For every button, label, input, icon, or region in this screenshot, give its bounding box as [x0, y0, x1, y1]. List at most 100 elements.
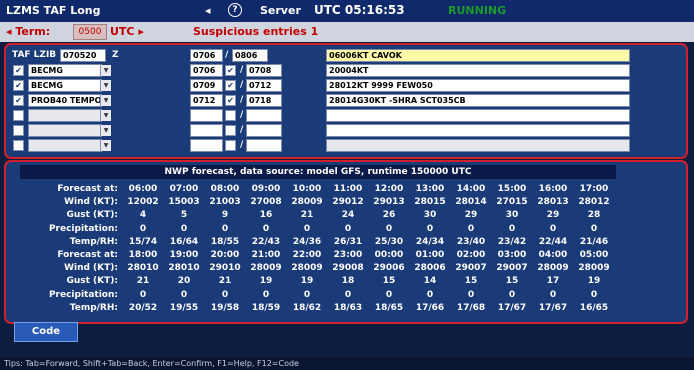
forecast-cell: 08:00 [210, 184, 240, 194]
forecast-cell: 03:00 [497, 250, 527, 260]
change-type-select[interactable] [28, 139, 102, 152]
forecast-cell: 02:00 [456, 250, 486, 260]
row-to-field[interactable]: 0708 [246, 64, 282, 77]
forecast-cell: 16/65 [579, 302, 609, 313]
tips-bar: Tips: Tab=Forward, Shift+Tab=Back, Enter… [0, 357, 694, 370]
row-to-checkbox[interactable]: ✔ [225, 80, 236, 91]
change-type-select[interactable]: BECMG [28, 79, 102, 92]
forecast-cell: 26 [382, 210, 396, 221]
forecast-cell: 05:00 [579, 250, 609, 260]
row-to-field[interactable] [246, 139, 282, 152]
help-icon[interactable]: ? [228, 3, 242, 17]
row-text-field[interactable]: 28014G30KT -SHRA SCT035CB [326, 94, 630, 107]
forecast-cell: 0 [221, 223, 229, 234]
chevron-down-icon[interactable]: ▼ [100, 140, 111, 151]
valid-from-field[interactable]: 0706 [190, 49, 223, 62]
row-checkbox[interactable]: ✔ [13, 80, 24, 91]
forecast-cell: 28013 [537, 197, 569, 208]
issue-time-field[interactable]: 070520 [60, 49, 106, 62]
term-value-field[interactable]: 0500 [73, 24, 107, 40]
term-zone[interactable]: UTC ▸ [110, 25, 144, 38]
row-to-field[interactable] [246, 124, 282, 137]
chevron-down-icon[interactable]: ▼ [100, 65, 111, 76]
row-to-checkbox[interactable]: ✔ [225, 65, 236, 76]
row-to-field[interactable]: 0718 [246, 94, 282, 107]
row-text-field[interactable] [326, 109, 630, 122]
forecast-cell: 0 [426, 223, 434, 234]
row-from-field[interactable] [190, 109, 223, 122]
row-checkbox[interactable]: ✔ [13, 95, 24, 106]
chevron-down-icon[interactable]: ▼ [100, 95, 111, 106]
server-label: Server [260, 4, 301, 17]
forecast-cell: 0 [139, 289, 147, 300]
forecast-cell: 17/66 [415, 302, 445, 313]
forecast-cell: 22:00 [292, 250, 322, 260]
row-label: Gust (KT): [66, 276, 118, 287]
row-from-field[interactable]: 0709 [190, 79, 223, 92]
forecast-cell: 17/67 [538, 302, 568, 313]
row-label: Gust (KT): [66, 210, 118, 221]
forecast-cell: 29008 [332, 263, 364, 274]
row-from-field[interactable] [190, 124, 223, 137]
row-to-checkbox[interactable] [225, 110, 236, 121]
row-text-field[interactable] [326, 124, 630, 137]
forecast-cell: 10:00 [292, 184, 322, 194]
row-checkbox[interactable]: ✔ [13, 65, 24, 76]
base-forecast-field[interactable]: 06006KT CAVOK [326, 49, 630, 62]
utc-clock: UTC 05:16:53 [314, 3, 405, 17]
change-type-select[interactable]: BECMG [28, 64, 102, 77]
forecast-cell: 29007 [455, 263, 487, 274]
forecast-cell: 23/40 [456, 236, 486, 247]
forecast-cell: 0 [549, 289, 557, 300]
forecast-cell: 29 [464, 210, 478, 221]
row-to-checkbox[interactable] [225, 125, 236, 136]
change-type-select[interactable]: PROB40 TEMPO [28, 94, 102, 107]
row-label: Precipitation: [48, 289, 118, 300]
row-from-field[interactable] [190, 139, 223, 152]
term-label[interactable]: ◂ Term: [6, 25, 50, 38]
forecast-cell: 0 [221, 289, 229, 300]
forecast-cell: 18 [341, 276, 355, 287]
forecast-cell: 24/36 [292, 236, 322, 247]
row-to-checkbox[interactable] [225, 140, 236, 151]
code-button[interactable]: Code [14, 322, 78, 342]
chevron-down-icon[interactable]: ▼ [100, 110, 111, 121]
forecast-cell: 0 [385, 223, 393, 234]
forecast-cell: 01:00 [415, 250, 445, 260]
row-label: Forecast at: [57, 184, 118, 194]
row-checkbox[interactable] [13, 110, 24, 121]
row-from-field[interactable]: 0712 [190, 94, 223, 107]
forecast-cell: 19/58 [210, 302, 240, 313]
row-to-field[interactable]: 0712 [246, 79, 282, 92]
forecast-cell: 28015 [414, 197, 446, 208]
chevron-down-icon[interactable]: ▼ [100, 80, 111, 91]
forecast-cell: 29012 [332, 197, 364, 208]
row-text-field[interactable] [326, 139, 630, 152]
valid-to-field[interactable]: 0806 [232, 49, 268, 62]
forecast-cell: 21/46 [579, 236, 609, 247]
forecast-cell: 14 [423, 276, 437, 287]
nwp-forecast-panel: NWP forecast, data source: model GFS, ru… [4, 160, 688, 324]
forecast-cell: 21 [300, 210, 314, 221]
forecast-cell: 15 [464, 276, 478, 287]
row-to-field[interactable] [246, 109, 282, 122]
row-label: Precipitation: [48, 223, 118, 234]
forecast-cell: 0 [467, 289, 475, 300]
change-type-select[interactable] [28, 109, 102, 122]
forecast-cell: 07:00 [169, 184, 199, 194]
forecast-cell: 23:00 [333, 250, 363, 260]
row-from-field[interactable]: 0706 [190, 64, 223, 77]
row-text-field[interactable]: 28012KT 9999 FEW050 [326, 79, 630, 92]
row-checkbox[interactable] [13, 140, 24, 151]
forecast-cell: 28009 [291, 197, 323, 208]
change-type-select[interactable] [28, 124, 102, 137]
row-to-checkbox[interactable]: ✔ [225, 95, 236, 106]
forecast-cell: 0 [508, 223, 516, 234]
nav-back-icon[interactable]: ◂ [205, 4, 211, 17]
forecast-cell: 29010 [209, 263, 241, 274]
row-text-field[interactable]: 20004KT [326, 64, 630, 77]
to-separator: / [240, 80, 244, 90]
forecast-cell: 22/44 [538, 236, 568, 247]
chevron-down-icon[interactable]: ▼ [100, 125, 111, 136]
row-checkbox[interactable] [13, 125, 24, 136]
